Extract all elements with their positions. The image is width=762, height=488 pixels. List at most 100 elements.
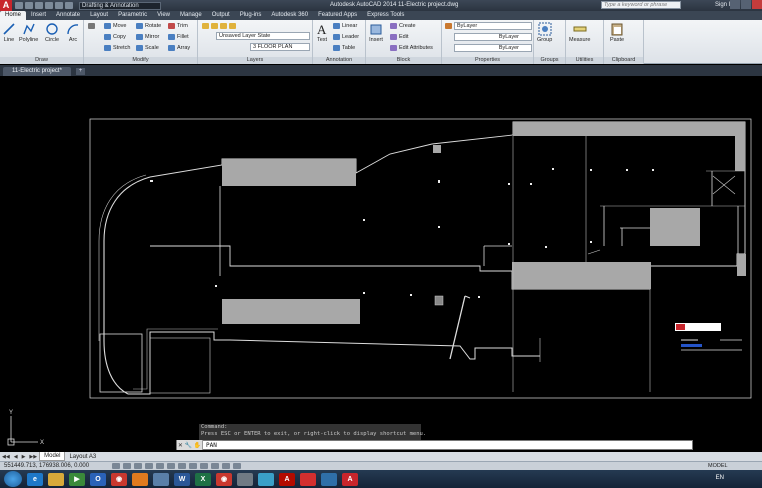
- notepad-icon[interactable]: [153, 472, 169, 486]
- tab-output[interactable]: Output: [207, 11, 235, 20]
- text-button[interactable]: A Text: [315, 22, 329, 43]
- linear-dimension-button[interactable]: Linear: [333, 23, 357, 29]
- block-panel-title[interactable]: Block: [366, 57, 441, 64]
- new-icon[interactable]: [15, 2, 23, 9]
- utilities-panel-title[interactable]: Utilities: [566, 57, 603, 64]
- autocad-taskbar-icon[interactable]: A: [342, 472, 358, 486]
- arc-button[interactable]: Arc: [66, 22, 80, 43]
- tab-insert[interactable]: Insert: [26, 11, 51, 20]
- close-icon[interactable]: ✕: [178, 442, 183, 449]
- tab-model[interactable]: Model: [39, 452, 66, 461]
- array-button[interactable]: Array: [168, 45, 190, 51]
- tab-view[interactable]: View: [152, 11, 175, 20]
- saveas-icon[interactable]: [45, 2, 53, 9]
- drawing-canvas[interactable]: Y X: [0, 76, 762, 452]
- groups-panel-title[interactable]: Groups: [534, 57, 565, 64]
- circle-button[interactable]: Circle: [45, 22, 59, 43]
- close-button[interactable]: [752, 0, 762, 9]
- modify-panel-title[interactable]: Modify: [84, 57, 197, 64]
- edit-attributes-button[interactable]: Edit Attributes: [390, 45, 433, 51]
- selection-cycling-icon[interactable]: [233, 463, 241, 469]
- transparency-icon[interactable]: [211, 463, 219, 469]
- internet-explorer-icon[interactable]: e: [27, 472, 43, 486]
- stretch-button[interactable]: Stretch: [104, 45, 130, 51]
- first-tab-icon[interactable]: ◀◀: [0, 454, 12, 460]
- edit-block-button[interactable]: Edit: [390, 34, 408, 40]
- tab-manage[interactable]: Manage: [175, 11, 207, 20]
- adobe-icon[interactable]: [300, 472, 316, 486]
- table-button[interactable]: Table: [333, 45, 355, 51]
- layer-freeze-icon[interactable]: [211, 23, 218, 29]
- tab-layout[interactable]: Layout: [85, 11, 113, 20]
- lineweight-dropdown[interactable]: ByLayer: [454, 44, 532, 52]
- network-icon[interactable]: [321, 472, 337, 486]
- model-space-toggle[interactable]: MODEL: [708, 463, 728, 469]
- file-explorer-icon[interactable]: [48, 472, 64, 486]
- last-tab-icon[interactable]: ▶▶: [27, 454, 39, 460]
- color-dropdown[interactable]: ByLayer: [454, 22, 532, 30]
- mirror-button[interactable]: Mirror: [136, 34, 159, 40]
- prev-tab-icon[interactable]: ◀: [12, 454, 20, 460]
- layer-state-dropdown[interactable]: Unsaved Layer State: [216, 32, 310, 40]
- start-button[interactable]: [4, 471, 22, 487]
- maximize-button[interactable]: [741, 0, 751, 9]
- chrome-icon-2[interactable]: ◉: [216, 472, 232, 486]
- trim-button[interactable]: Trim: [168, 23, 188, 29]
- tab-featured-apps[interactable]: Featured Apps: [313, 11, 362, 20]
- ortho-icon[interactable]: [134, 463, 142, 469]
- tab-parametric[interactable]: Parametric: [113, 11, 152, 20]
- match-properties-icon[interactable]: [445, 23, 452, 29]
- search-input[interactable]: Type a keyword or phrase: [601, 1, 681, 9]
- linetype-dropdown[interactable]: ByLayer: [454, 33, 532, 41]
- tab-plugins[interactable]: Plug-ins: [235, 11, 267, 20]
- ducs-icon[interactable]: [178, 463, 186, 469]
- word-icon[interactable]: W: [174, 472, 190, 486]
- current-layer-dropdown[interactable]: 3 FLOOR PLAN: [250, 43, 310, 51]
- insert-button[interactable]: Insert: [369, 22, 383, 43]
- measure-button[interactable]: Measure: [569, 22, 590, 43]
- new-tab-button[interactable]: +: [76, 68, 85, 75]
- outlook-icon[interactable]: O: [90, 472, 106, 486]
- redo-icon[interactable]: [65, 2, 73, 9]
- layer-properties-icon[interactable]: [202, 23, 209, 29]
- copy-button[interactable]: Copy: [104, 34, 126, 40]
- grid-icon[interactable]: [123, 463, 131, 469]
- quick-properties-icon[interactable]: [222, 463, 230, 469]
- layers-panel-title[interactable]: Layers: [198, 57, 312, 64]
- customize-icon[interactable]: 🔧: [185, 442, 192, 449]
- tab-express-tools[interactable]: Express Tools: [362, 11, 409, 20]
- polyline-button[interactable]: Polyline: [19, 22, 38, 43]
- properties-panel-title[interactable]: Properties: [442, 57, 533, 64]
- acrobat-icon[interactable]: A: [279, 472, 295, 486]
- scale-button[interactable]: Scale: [136, 45, 159, 51]
- group-button[interactable]: Group: [537, 22, 552, 43]
- excel-icon[interactable]: X: [195, 472, 211, 486]
- erase-button[interactable]: [88, 23, 95, 29]
- tab-layout-a3[interactable]: Layout A3: [65, 453, 100, 461]
- layer-lock-icon[interactable]: [220, 23, 227, 29]
- chrome-icon[interactable]: ◉: [111, 472, 127, 486]
- calculator-icon[interactable]: [237, 472, 253, 486]
- workspace-dropdown[interactable]: Drafting & Annotation: [79, 1, 161, 10]
- otrack-icon[interactable]: [167, 463, 175, 469]
- osnap-icon[interactable]: [156, 463, 164, 469]
- paint-icon[interactable]: [258, 472, 274, 486]
- document-tab[interactable]: 11-Electric project*: [3, 67, 71, 76]
- undo-icon[interactable]: [55, 2, 63, 9]
- leader-button[interactable]: Leader: [333, 34, 359, 40]
- draw-panel-title[interactable]: Draw: [0, 57, 83, 64]
- save-icon[interactable]: [35, 2, 43, 9]
- firefox-icon[interactable]: [132, 472, 148, 486]
- next-tab-icon[interactable]: ▶: [20, 454, 28, 460]
- command-input[interactable]: PAN: [203, 442, 217, 449]
- annotation-panel-title[interactable]: Annotation: [313, 57, 365, 64]
- create-block-button[interactable]: Create: [390, 23, 416, 29]
- open-icon[interactable]: [25, 2, 33, 9]
- fillet-button[interactable]: Fillet: [168, 34, 189, 40]
- paste-button[interactable]: Paste: [610, 22, 624, 43]
- tab-autodesk-360[interactable]: Autodesk 360: [266, 11, 313, 20]
- minimize-button[interactable]: [730, 0, 740, 9]
- media-player-icon[interactable]: ▶: [69, 472, 85, 486]
- command-line[interactable]: ✕ 🔧 ✋ PAN: [176, 440, 693, 450]
- snap-icon[interactable]: [112, 463, 120, 469]
